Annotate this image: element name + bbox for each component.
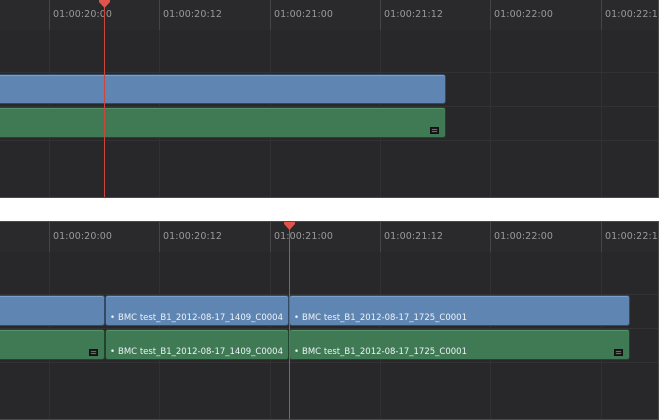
clip-name-label: • BMC test_B1_2012-08-17_1409_C0004 — [110, 347, 283, 357]
ruler-timecode-label: 01:00:22:12 — [605, 9, 659, 20]
ruler-timecode-label: 01:00:21:00 — [274, 231, 334, 242]
ruler-major-tick — [270, 222, 271, 252]
clip-name-label: • BMC test_B1_2012-08-17_1725_C0001 — [294, 347, 467, 357]
track-divider — [0, 362, 658, 363]
clip-name: BMC test_B1_2012-08-17_1409_C0004 — [118, 313, 283, 323]
ruler-major-tick — [49, 222, 50, 252]
video-clip[interactable]: • BMC test_B1_2012-08-17_1725_C0001 — [289, 295, 630, 326]
playhead-handle-icon[interactable] — [99, 0, 110, 8]
waveform-icon[interactable] — [614, 349, 623, 356]
clip-name-label: • BMC test_B1_2012-08-17_1725_C0001 — [294, 313, 467, 323]
ruler-major-tick — [380, 222, 381, 252]
ruler-major-tick — [490, 0, 491, 30]
timecode-ruler[interactable]: 01:00:20:00 01:00:20:12 01:00:21:00 01:0… — [0, 222, 658, 252]
ruler-timecode-label: 01:00:21:12 — [384, 231, 444, 242]
clip-name-label: • BMC test_B1_2012-08-17_1409_C0004 — [110, 313, 283, 323]
ruler-timecode-label: 01:00:22:00 — [494, 9, 554, 20]
ruler-timecode-label: 01:00:20:12 — [163, 9, 223, 20]
ruler-major-tick — [159, 0, 160, 30]
timeline-view-before[interactable]: 01:00:20:00 01:00:20:12 01:00:21:00 01:0… — [0, 0, 659, 198]
track-divider — [0, 140, 658, 141]
ruler-major-tick — [270, 0, 271, 30]
ruler-major-tick — [601, 222, 602, 252]
audio-clip[interactable] — [0, 329, 105, 360]
playhead[interactable] — [289, 222, 290, 419]
ruler-timecode-label: 01:00:22:00 — [494, 231, 554, 242]
grid-line — [490, 30, 491, 197]
ruler-major-tick — [49, 0, 50, 30]
playhead-handle-icon[interactable] — [284, 221, 295, 230]
video-clip[interactable]: • BMC test_B1_2012-08-17_1409_C0004 — [105, 295, 289, 326]
video-clip[interactable] — [0, 295, 105, 326]
audio-clip[interactable] — [0, 107, 446, 138]
audio-clip[interactable]: • BMC test_B1_2012-08-17_1725_C0001 — [289, 329, 630, 360]
ruler-timecode-label: 01:00:20:12 — [163, 231, 223, 242]
waveform-icon[interactable] — [89, 349, 98, 356]
track-divider — [0, 72, 658, 73]
ruler-timecode-label: 01:00:20:00 — [53, 231, 113, 242]
video-clip[interactable] — [0, 74, 446, 104]
playhead[interactable] — [104, 0, 105, 197]
ruler-timecode-label: 01:00:21:00 — [274, 9, 334, 20]
audio-clip[interactable]: • BMC test_B1_2012-08-17_1409_C0004 — [105, 329, 289, 360]
ruler-major-tick — [159, 222, 160, 252]
ruler-major-tick — [601, 0, 602, 30]
ruler-timecode-label: 01:00:22:12 — [605, 231, 659, 242]
grid-line — [601, 30, 602, 197]
waveform-icon[interactable] — [430, 127, 439, 134]
clip-name: BMC test_B1_2012-08-17_1725_C0001 — [302, 313, 467, 323]
clip-name: BMC test_B1_2012-08-17_1725_C0001 — [302, 347, 467, 357]
timeline-view-after[interactable]: 01:00:20:00 01:00:20:12 01:00:21:00 01:0… — [0, 221, 659, 420]
ruler-timecode-label: 01:00:21:12 — [384, 9, 444, 20]
clip-name: BMC test_B1_2012-08-17_1409_C0004 — [118, 347, 283, 357]
ruler-major-tick — [380, 0, 381, 30]
ruler-major-tick — [490, 222, 491, 252]
